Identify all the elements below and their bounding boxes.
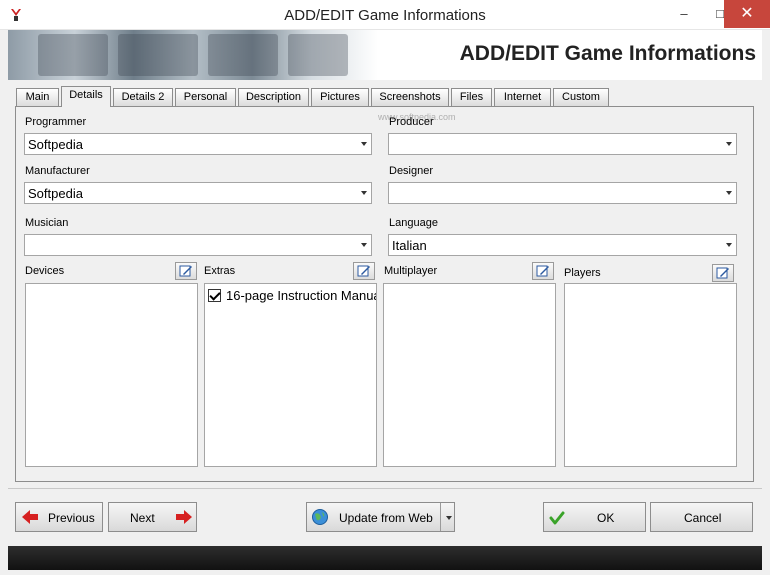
ok-button[interactable]: OK <box>543 502 646 532</box>
tab-main[interactable]: Main <box>16 88 59 106</box>
separator <box>8 488 762 489</box>
header-banner: ADD/EDIT Game Informations <box>8 30 762 80</box>
language-combo[interactable]: Italian <box>388 234 737 256</box>
chevron-down-icon <box>726 142 732 146</box>
tab-details[interactable]: Details <box>61 86 111 107</box>
devices-label: Devices <box>25 265 65 277</box>
previous-button[interactable]: Previous <box>15 502 103 532</box>
next-label: Next <box>130 511 155 525</box>
checkbox-checked[interactable] <box>208 289 221 302</box>
extras-label: Extras <box>204 265 236 277</box>
ok-label: OK <box>597 511 615 525</box>
language-label: Language <box>389 217 438 229</box>
language-value: Italian <box>392 238 427 253</box>
edit-list-icon <box>716 267 729 279</box>
edit-list-icon <box>536 265 549 277</box>
tab-pictures[interactable]: Pictures <box>311 88 369 106</box>
next-button[interactable]: Next <box>108 502 197 532</box>
programmer-combo[interactable]: Softpedia <box>24 133 372 155</box>
edit-extras-button[interactable] <box>353 262 375 280</box>
previous-label: Previous <box>48 511 95 525</box>
chevron-down-icon <box>726 191 732 195</box>
banner-title: ADD/EDIT Game Informations <box>459 42 756 65</box>
checkmark-icon <box>549 511 565 525</box>
update-from-web-label: Update from Web <box>339 511 433 525</box>
edit-list-icon <box>357 265 370 277</box>
tab-custom[interactable]: Custom <box>553 88 609 106</box>
chevron-down-icon <box>361 142 367 146</box>
players-label: Players <box>564 267 601 279</box>
arrow-right-icon <box>176 510 192 524</box>
banner-image <box>8 30 378 80</box>
arrow-left-icon <box>22 510 38 524</box>
programmer-value: Softpedia <box>28 137 83 152</box>
chevron-down-icon <box>726 243 732 247</box>
players-list[interactable] <box>564 283 737 467</box>
multiplayer-label: Multiplayer <box>384 265 438 277</box>
update-from-web-button[interactable]: Update from Web <box>306 502 455 532</box>
window-title: ADD/EDIT Game Informations <box>284 7 486 24</box>
tab-details-2[interactable]: Details 2 <box>113 88 173 106</box>
chevron-down-icon[interactable] <box>446 516 452 520</box>
cancel-label: Cancel <box>684 511 722 525</box>
manufacturer-value: Softpedia <box>28 186 83 201</box>
devices-list[interactable] <box>25 283 198 467</box>
edit-players-button[interactable] <box>712 264 734 282</box>
chevron-down-icon <box>361 191 367 195</box>
tab-screenshots[interactable]: Screenshots <box>371 88 449 106</box>
cancel-button[interactable]: Cancel <box>650 502 753 532</box>
tab-internet[interactable]: Internet <box>494 88 551 106</box>
designer-combo[interactable] <box>388 182 737 204</box>
extras-list[interactable]: 16-page Instruction Manual <box>204 283 377 467</box>
designer-label: Designer <box>389 165 434 177</box>
musician-combo[interactable] <box>24 234 372 256</box>
minimize-button[interactable]: – <box>664 0 704 28</box>
edit-devices-button[interactable] <box>175 262 197 280</box>
extras-item-label: 16-page Instruction Manual <box>226 288 377 303</box>
tab-files[interactable]: Files <box>451 88 492 106</box>
manufacturer-label: Manufacturer <box>25 165 90 177</box>
tab-personal[interactable]: Personal <box>175 88 236 106</box>
tab-description[interactable]: Description <box>238 88 309 106</box>
chevron-down-icon <box>361 243 367 247</box>
producer-combo[interactable] <box>388 133 737 155</box>
producer-label: Producer <box>389 116 434 128</box>
list-item[interactable]: 16-page Instruction Manual <box>208 288 377 304</box>
musician-label: Musician <box>25 217 69 229</box>
close-button[interactable]: ✕ <box>724 0 770 28</box>
title-bar: ADD/EDIT Game Informations – □ ✕ <box>0 0 770 30</box>
manufacturer-combo[interactable]: Softpedia <box>24 182 372 204</box>
edit-multiplayer-button[interactable] <box>532 262 554 280</box>
globe-icon <box>312 509 328 525</box>
programmer-label: Programmer <box>25 116 87 128</box>
edit-list-icon <box>179 265 192 277</box>
footer-bar <box>8 546 762 570</box>
multiplayer-list[interactable] <box>383 283 556 467</box>
